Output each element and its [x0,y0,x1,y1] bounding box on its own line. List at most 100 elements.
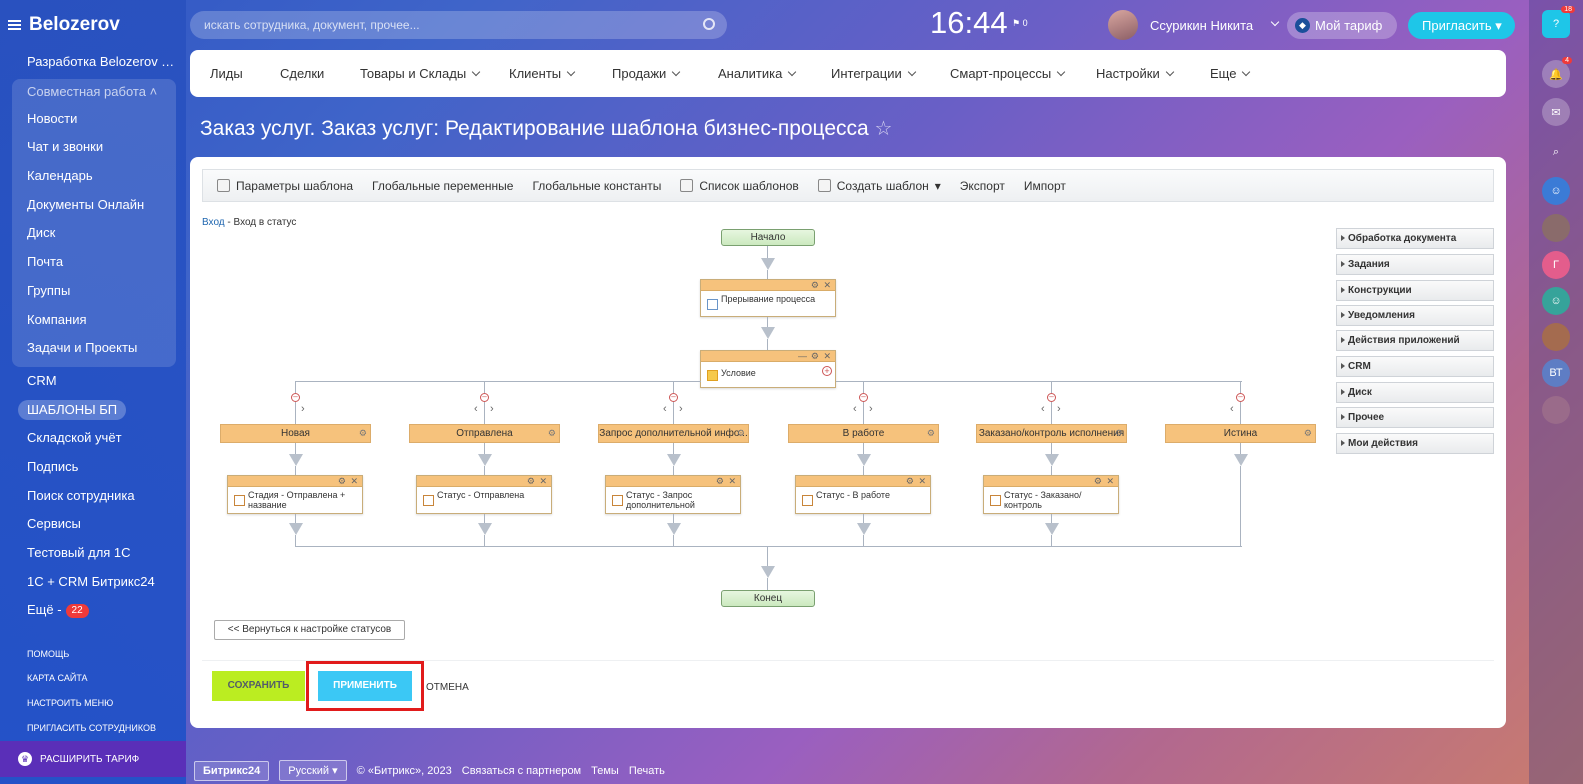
branch-5[interactable]: Заказано/контроль исполнения ⚙ [976,424,1127,443]
help-icon[interactable]: ? 18 [1542,6,1575,38]
gear-icon[interactable]: ⚙ [811,351,819,362]
collapse-icon[interactable]: — [798,351,807,362]
back-to-statuses-button[interactable]: << Вернуться к настройке статусов [214,620,405,640]
sidebar-item-tasks[interactable]: Задачи и Проекты [12,334,176,363]
sidebar-group-title[interactable]: Совместная работа ˄ [12,79,176,105]
close-icon[interactable]: ✕ [539,476,547,487]
menu-icon[interactable] [8,20,21,30]
arrow-left-icon[interactable]: ‹ [853,403,857,415]
sidebar-item-calendar[interactable]: Календарь [12,162,176,191]
invite-button[interactable]: Пригласить ▾ [1408,12,1515,39]
template-params-button[interactable]: Параметры шаблона [217,179,353,193]
gear-icon[interactable]: ⚙ [359,425,367,442]
arrow-right-icon[interactable]: › [490,403,494,415]
activity-condition[interactable]: — ⚙ ✕ Условие + [700,350,836,388]
sidebar-item-team[interactable]: Разработка Belozerov Tea... [12,48,176,77]
arrow-left-icon[interactable]: ‹ [1041,403,1045,415]
close-icon[interactable]: ✕ [1106,476,1114,487]
menu-more[interactable]: Еще [1210,50,1251,97]
bell-icon[interactable]: 🔔 4 [1542,57,1572,88]
save-button[interactable]: СОХРАНИТЬ [212,671,305,701]
menu-clients[interactable]: Клиенты [509,50,576,97]
sidebar-item-bp-templates[interactable]: ШАБЛОНЫ БП [12,396,176,425]
star-icon[interactable]: ☆ [875,118,893,140]
breadcrumb-link[interactable]: Вход [202,217,225,228]
chat-icon[interactable]: ✉ [1542,98,1570,126]
menu-goods[interactable]: Товары и Склады [360,50,481,97]
group-constructions[interactable]: Конструкции [1336,280,1494,301]
create-template-button[interactable]: Создать шаблон ▾ [817,179,941,193]
arrow-right-icon[interactable]: › [301,403,305,415]
close-icon[interactable]: ✕ [823,280,831,291]
import-button[interactable]: Импорт [1024,179,1066,193]
flag-counter[interactable]: ⚑ 0 [1012,18,1028,29]
gear-icon[interactable]: ⚙ [811,280,819,291]
link-invite-employees[interactable]: ПРИГЛАСИТЬ СОТРУДНИКОВ [27,723,156,733]
end-node[interactable]: Конец [721,590,815,607]
sidebar-item-chat[interactable]: Чат и звонки [12,133,176,162]
print-link[interactable]: Печать [629,765,665,777]
avatar-group[interactable]: ☺ [1542,287,1570,315]
branch-1[interactable]: Новая ⚙ [220,424,371,443]
remove-branch-icon[interactable]: – [669,393,678,402]
branch-6[interactable]: Истина ⚙ [1165,424,1316,443]
arrow-left-icon[interactable]: ‹ [474,403,478,415]
sidebar-item-crm[interactable]: CRM [12,367,176,396]
arrow-right-icon[interactable]: › [679,403,683,415]
arrow-left-icon[interactable]: ‹ [663,403,667,415]
drop-arrow[interactable] [667,523,681,535]
sidebar-item-sign[interactable]: Подпись [12,453,176,482]
activity-set-status[interactable]: ⚙ ✕ Статус - Отправлена [416,475,552,514]
themes-link[interactable]: Темы [591,765,619,777]
sidebar-item-company[interactable]: Компания [12,306,176,335]
arrow-right-icon[interactable]: › [869,403,873,415]
drop-arrow[interactable] [667,454,681,466]
global-variables-button[interactable]: Глобальные переменные [372,179,513,193]
activity-set-status[interactable]: ⚙ ✕ Стадия - Отправлена + название [227,475,363,514]
arrow-left-icon[interactable]: ‹ [1230,403,1234,415]
menu-analytics[interactable]: Аналитика [718,50,797,97]
avatar-g[interactable]: Г [1542,251,1570,279]
template-list-button[interactable]: Список шаблонов [680,179,799,193]
menu-deals[interactable]: Сделки [280,50,324,97]
activity-set-status[interactable]: ⚙ ✕ Статус - Заказано/контроль [983,475,1119,514]
sidebar-item-1c-crm[interactable]: 1С + CRM Битрикс24 [12,568,176,597]
partner-link[interactable]: Связаться с партнером [462,765,581,777]
apply-button[interactable]: ПРИМЕНИТЬ [318,671,412,701]
arrow-right-icon[interactable]: › [1057,403,1061,415]
branch-3[interactable]: Запрос дополнительной инфо... ⚙ [598,424,749,443]
remove-branch-icon[interactable]: – [1047,393,1056,402]
remove-branch-icon[interactable]: – [480,393,489,402]
search-icon[interactable]: ⌕ [1542,138,1570,166]
group-my-actions[interactable]: Мои действия [1336,433,1494,454]
close-icon[interactable]: ✕ [823,351,831,362]
sidebar-item-test1c[interactable]: Тестовый для 1С [12,539,176,568]
gear-icon[interactable]: ⚙ [1304,425,1312,442]
cancel-button[interactable]: ОТМЕНА [426,682,469,693]
menu-leads[interactable]: Лиды [210,50,243,97]
link-configure-menu[interactable]: НАСТРОИТЬ МЕНЮ [27,698,113,708]
link-help[interactable]: ПОМОЩЬ [27,649,69,659]
tarif-button[interactable]: ◆ Мой тариф [1287,12,1397,39]
brand-logo[interactable]: Битрикс24 [194,760,270,781]
sidebar-item-warehouse[interactable]: Складской учёт [12,424,176,453]
group-other[interactable]: Прочее [1336,407,1494,428]
menu-smart[interactable]: Смарт-процессы [950,50,1066,97]
drop-arrow[interactable] [478,454,492,466]
gear-icon[interactable]: ⚙ [737,425,745,442]
start-node[interactable]: Начало [721,229,815,246]
remove-branch-icon[interactable]: – [1236,393,1245,402]
close-icon[interactable]: ✕ [918,476,926,487]
drop-arrow[interactable] [857,523,871,535]
gear-icon[interactable]: ⚙ [527,476,535,487]
drop-arrow[interactable] [1045,454,1059,466]
sidebar-item-mail[interactable]: Почта [12,248,176,277]
sidebar-item-news[interactable]: Новости [12,105,176,134]
language-select[interactable]: Русский ▾ [279,760,347,781]
group-app-actions[interactable]: Действия приложений [1336,330,1494,351]
drop-arrow[interactable] [761,327,775,339]
remove-branch-icon[interactable]: – [291,393,300,402]
sidebar-item-disk[interactable]: Диск [12,219,176,248]
gear-icon[interactable]: ⚙ [927,425,935,442]
branch-4[interactable]: В работе ⚙ [788,424,939,443]
